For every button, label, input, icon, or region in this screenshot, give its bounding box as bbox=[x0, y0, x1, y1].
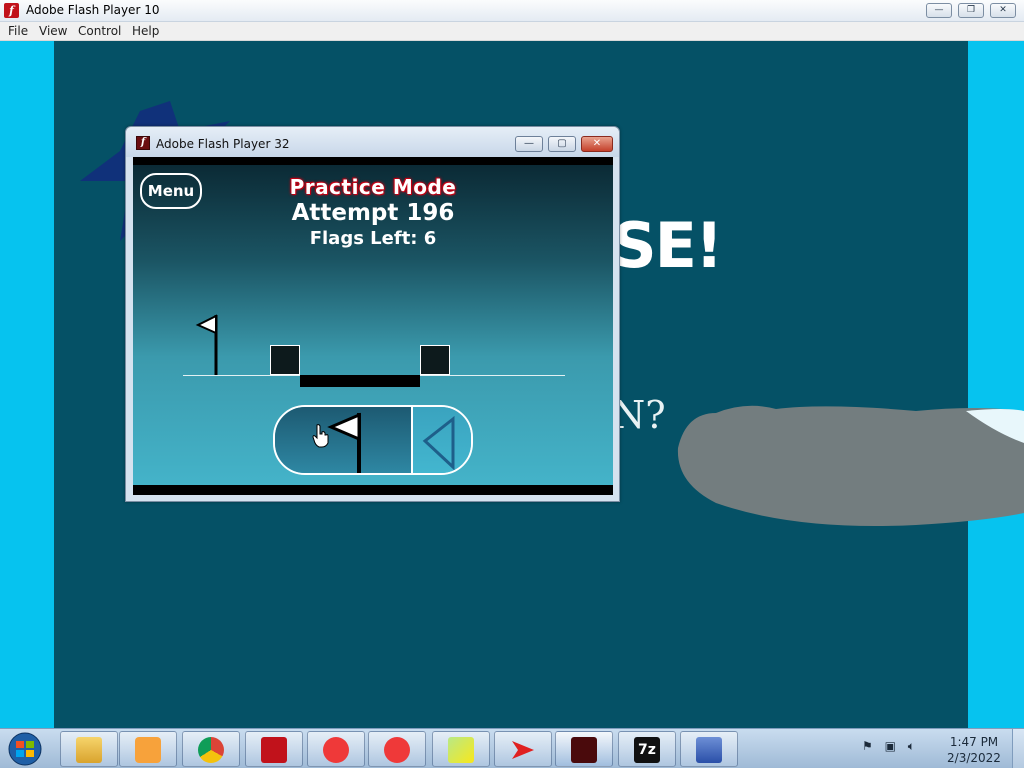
clock-time[interactable]: 1:47 PM bbox=[940, 735, 1008, 749]
right-border bbox=[968, 41, 1024, 728]
maximize-button[interactable]: ❐ bbox=[958, 3, 984, 18]
taskbar-explorer[interactable] bbox=[60, 731, 118, 767]
back-button[interactable] bbox=[413, 407, 471, 473]
chrome-icon bbox=[198, 737, 224, 763]
menu-control[interactable]: Control bbox=[78, 24, 121, 38]
grey-cloud-shape bbox=[677, 405, 1024, 527]
left-arrow-icon bbox=[422, 415, 455, 471]
remote-tool-icon bbox=[696, 737, 722, 763]
practice-mode-label: Practice Mode bbox=[289, 175, 457, 199]
taskbar-flash-player[interactable] bbox=[245, 731, 303, 767]
volume-icon[interactable]: 🔈︎ bbox=[908, 739, 915, 753]
taskbar-remote-tool[interactable] bbox=[680, 731, 738, 767]
action-center-icon[interactable]: ⚑ bbox=[862, 739, 873, 753]
folder-icon bbox=[76, 737, 102, 763]
black-platform bbox=[300, 375, 420, 387]
left-border bbox=[0, 41, 54, 728]
taskbar-flash-player-active[interactable] bbox=[555, 731, 613, 767]
vivaldi-icon bbox=[384, 737, 410, 763]
flash-player-icon bbox=[261, 737, 287, 763]
taskbar-chrome[interactable] bbox=[182, 731, 240, 767]
background-subtitle: N? bbox=[612, 393, 666, 437]
close-button[interactable]: ✕ bbox=[990, 3, 1016, 18]
player-block bbox=[270, 345, 300, 375]
sticky-notes-icon bbox=[448, 737, 474, 763]
taskbar: 7z ⚑ ▣ 🔈︎ 1:47 PM 2/3/2022 bbox=[0, 728, 1024, 768]
attempt-counter: Attempt 196 bbox=[291, 200, 455, 226]
clock-date[interactable]: 2/3/2022 bbox=[940, 751, 1008, 765]
7zip-icon: 7z bbox=[634, 737, 660, 763]
hand-cursor-icon bbox=[312, 424, 329, 448]
taskbar-7zip[interactable]: 7z bbox=[618, 731, 676, 767]
dialog-title: Adobe Flash Player 32 bbox=[156, 137, 290, 151]
flash-player-dialog: f Adobe Flash Player 32 — ▢ ✕ Menu Pract… bbox=[125, 126, 620, 502]
game-area[interactable]: Menu Practice Mode Attempt 196 Flags Lef… bbox=[133, 165, 613, 485]
menu-help[interactable]: Help bbox=[132, 24, 159, 38]
system-tray: ⚑ ▣ 🔈︎ bbox=[862, 739, 915, 754]
start-button[interactable] bbox=[4, 731, 46, 767]
taskbar-vivaldi[interactable] bbox=[307, 731, 365, 767]
dialog-minimize-button[interactable]: — bbox=[515, 136, 543, 152]
taskbar-arrow-app[interactable] bbox=[494, 731, 552, 767]
taskbar-media-player[interactable] bbox=[119, 731, 177, 767]
checkpoint-flag-icon bbox=[195, 314, 218, 375]
media-player-icon bbox=[135, 737, 161, 763]
dialog-close-button[interactable]: ✕ bbox=[581, 136, 613, 152]
main-titlebar: f Adobe Flash Player 10 — ❐ ✕ bbox=[0, 0, 1024, 22]
show-desktop-button[interactable] bbox=[1012, 729, 1024, 768]
menu-view[interactable]: View bbox=[39, 24, 67, 38]
flags-left-counter: Flags Left: 6 bbox=[309, 228, 437, 249]
place-flag-button[interactable] bbox=[275, 407, 411, 473]
flash-player-icon: f bbox=[4, 3, 19, 18]
dialog-titlebar: f Adobe Flash Player 32 — ▢ ✕ bbox=[126, 127, 619, 157]
game-canvas: Menu Practice Mode Attempt 196 Flags Lef… bbox=[133, 157, 613, 495]
flash-player-icon bbox=[571, 737, 597, 763]
main-window-title: Adobe Flash Player 10 bbox=[26, 3, 160, 17]
red-arrow-icon bbox=[512, 741, 534, 759]
minimize-button[interactable]: — bbox=[926, 3, 952, 18]
menu-file[interactable]: File bbox=[8, 24, 28, 38]
flag-icon bbox=[327, 412, 361, 473]
dialog-maximize-button[interactable]: ▢ bbox=[548, 136, 576, 152]
obstacle-block bbox=[420, 345, 450, 375]
taskbar-vivaldi-2[interactable] bbox=[368, 731, 426, 767]
control-pad bbox=[273, 405, 473, 475]
menu-bar: File View Control Help bbox=[0, 22, 1024, 41]
background-headline: SE! bbox=[612, 209, 723, 282]
vivaldi-icon bbox=[323, 737, 349, 763]
taskbar-sticky-notes[interactable] bbox=[432, 731, 490, 767]
network-icon[interactable]: ▣ bbox=[885, 739, 896, 753]
flash-player-icon: f bbox=[136, 136, 150, 150]
